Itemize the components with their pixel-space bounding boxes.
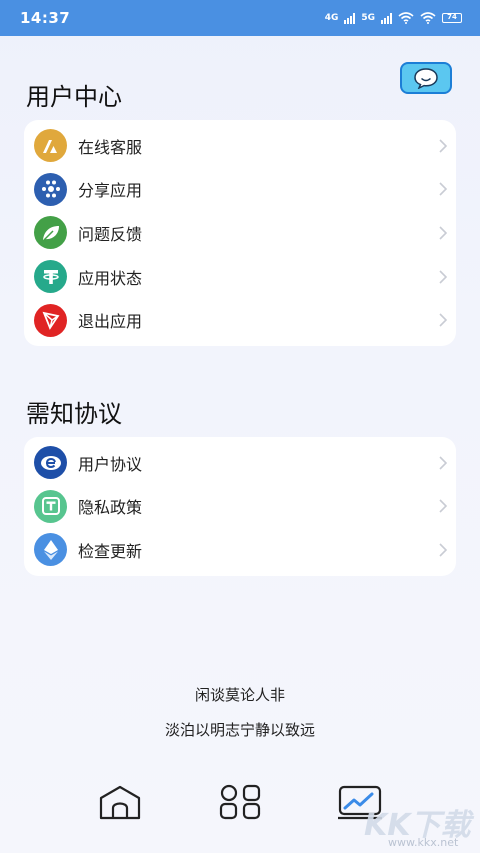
chevron-right-icon (439, 499, 448, 513)
chat-bubble-icon (414, 68, 438, 89)
menu-item-exit-app[interactable]: 退出应用 (24, 298, 456, 342)
share-icon (34, 172, 67, 206)
signal-icon-2 (381, 12, 392, 24)
menu-item-feedback[interactable]: 问题反馈 (24, 211, 456, 255)
agreements-title: 需知协议 (26, 400, 122, 428)
status-bar: 14:37 4G 5G 74 (0, 0, 480, 36)
network-4g-label: 4G (324, 13, 339, 23)
menu-item-label: 在线客服 (78, 137, 143, 157)
chevron-right-icon (439, 270, 448, 284)
menu-item-label: 应用状态 (78, 268, 143, 288)
chevron-right-icon (439, 182, 448, 196)
chevron-right-icon (439, 456, 448, 470)
status-icons: 4G 5G 74 (325, 12, 462, 24)
menu-item-online-support[interactable]: 在线客服 (24, 124, 456, 168)
wifi-icon-2 (420, 12, 436, 24)
chevron-right-icon (439, 139, 448, 153)
motto-line-1: 闲谈莫论人非 (194, 686, 285, 704)
menu-item-label: 隐私政策 (78, 498, 143, 518)
menu-item-label: 检查更新 (78, 541, 143, 561)
motto-line-2: 淡泊以明志宁静以致远 (164, 721, 315, 739)
chevron-right-icon (439, 313, 448, 327)
menu-item-label: 分享应用 (78, 181, 143, 201)
menu-item-app-status[interactable]: 应用状态 (24, 255, 456, 299)
privacy-icon (34, 489, 67, 523)
status-time: 14:37 (20, 9, 71, 27)
menu-item-label: 用户协议 (78, 454, 143, 474)
grid-icon (219, 784, 261, 820)
menu-item-label: 问题反馈 (78, 224, 143, 244)
apps-tab[interactable] (216, 780, 264, 824)
menu-item-label: 退出应用 (78, 312, 143, 332)
menu-item-share-app[interactable]: 分享应用 (24, 168, 456, 212)
watermark-site: www.kkx.net (388, 836, 459, 849)
exit-icon (34, 303, 67, 337)
watermark-logo: KK下载 www.kkx.net (360, 798, 480, 853)
chevron-right-icon (439, 226, 448, 240)
home-icon (99, 785, 141, 820)
feedback-leaf-icon (34, 216, 67, 250)
home-tab[interactable] (96, 780, 144, 824)
signal-icon (344, 12, 356, 24)
menu-item-privacy-policy[interactable]: 隐私政策 (24, 485, 456, 529)
user-center-card: 在线客服 分享应用 问题反馈 应用状态 退出应用 (24, 120, 456, 346)
status-icon (34, 260, 67, 294)
chevron-right-icon (439, 543, 448, 557)
update-diamond-icon (34, 533, 67, 567)
chat-button[interactable] (400, 62, 452, 94)
wifi-icon (398, 12, 414, 24)
user-agreement-icon (34, 446, 67, 480)
network-5g-label: 5G (361, 13, 375, 23)
user-center-title: 用户中心 (26, 83, 122, 111)
menu-item-user-agreement[interactable]: 用户协议 (24, 441, 456, 485)
support-icon (34, 129, 67, 163)
agreements-card: 用户协议 隐私政策 检查更新 (24, 437, 456, 576)
menu-item-check-update[interactable]: 检查更新 (24, 528, 456, 572)
battery-icon: 74 (442, 13, 462, 23)
